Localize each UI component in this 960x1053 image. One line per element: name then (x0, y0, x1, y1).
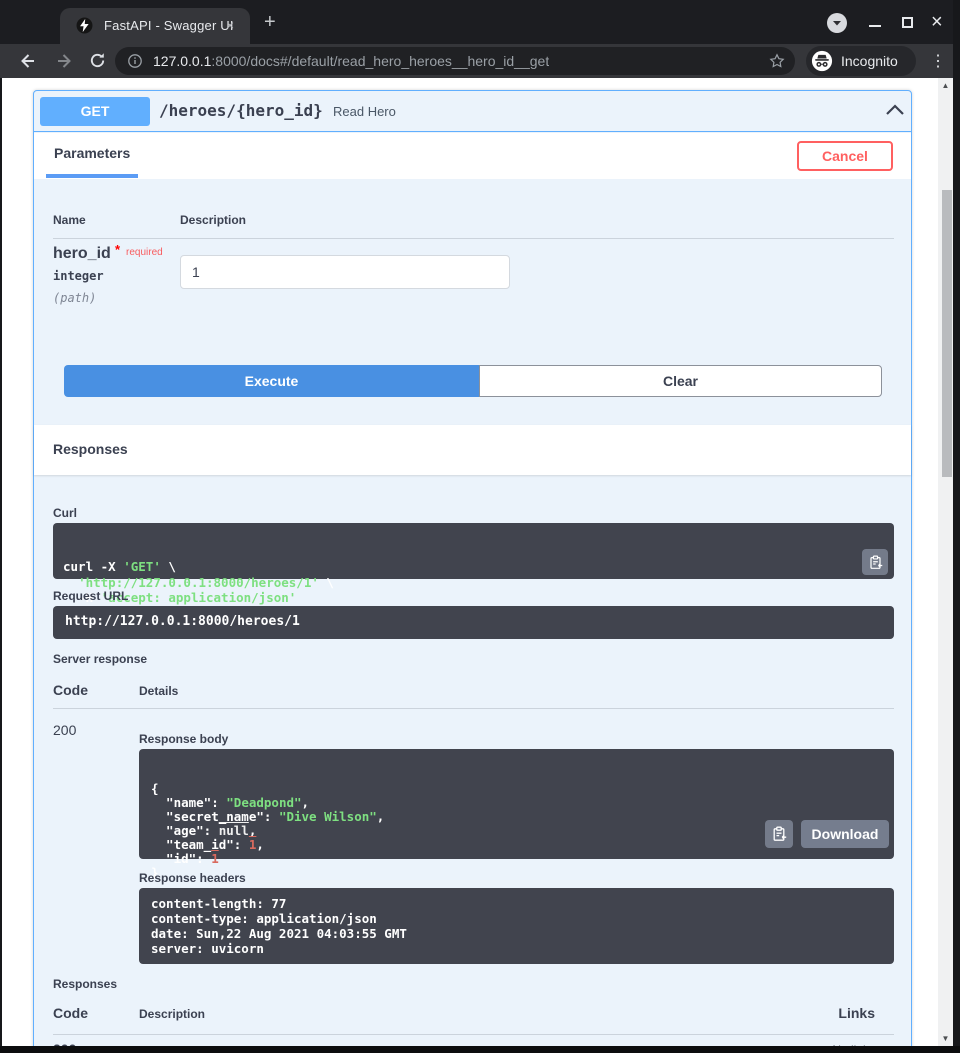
minimize-icon (869, 25, 881, 27)
fastapi-favicon-icon (76, 17, 93, 34)
scroll-up-icon[interactable]: ▲ (938, 81, 953, 90)
chevron-up-icon[interactable] (884, 102, 906, 118)
hero-id-input[interactable] (180, 255, 510, 289)
scrollbar-thumb[interactable] (942, 190, 952, 477)
status-code: 200 (53, 722, 76, 738)
responses-section-header: Responses (34, 425, 911, 475)
bookmark-star-icon[interactable] (769, 53, 785, 69)
doc-code-header: Code (53, 1005, 88, 1021)
details-column-header: Details (139, 684, 178, 698)
incognito-icon (811, 50, 833, 72)
clear-button[interactable]: Clear (479, 365, 882, 397)
response-body-label: Response body (139, 732, 228, 746)
incognito-label: Incognito (841, 53, 898, 69)
responses-section: Curl curl -X 'GET' \ 'http://127.0.0.1:8… (34, 475, 911, 1046)
opblock-get: GET /heroes/{hero_id} Read Hero Paramete… (33, 90, 912, 1046)
url-host: 127.0.0.1 (153, 53, 211, 69)
method-badge: GET (40, 97, 150, 126)
code-column-header: Code (53, 682, 88, 698)
divider (53, 708, 894, 709)
swagger-page: GET /heroes/{hero_id} Read Hero Paramete… (2, 78, 938, 1046)
reload-icon[interactable] (88, 51, 108, 71)
forward-icon[interactable] (55, 51, 75, 71)
opblock-header[interactable]: GET /heroes/{hero_id} Read Hero (34, 91, 911, 132)
curl-label: Curl (53, 506, 77, 520)
curl-command: curl -X 'GET' \ 'http://127.0.0.1:8000/h… (63, 559, 884, 606)
execute-button[interactable]: Execute (64, 365, 479, 397)
response-body-block: { "name": "Deadpond", "secret_name": "Di… (139, 749, 894, 859)
doc-description-header: Description (139, 1007, 205, 1021)
copy-curl-button[interactable] (862, 549, 888, 575)
response-headers-label: Response headers (139, 871, 246, 885)
browser-window: FastAPI - Swagger UI × + × 127.0.0.1:800… (0, 0, 960, 1053)
new-tab-button[interactable]: + (264, 10, 276, 34)
tab-close-icon[interactable]: × (226, 17, 234, 33)
window-frame (0, 1046, 960, 1053)
divider (53, 1034, 894, 1035)
window-frame (0, 78, 2, 1046)
endpoint-path: /heroes/{hero_id} (159, 101, 323, 120)
incognito-badge: Incognito (806, 46, 916, 76)
back-icon[interactable] (17, 51, 37, 71)
required-label: required (126, 247, 163, 258)
browser-update-icon[interactable] (827, 13, 847, 33)
maximize-button[interactable] (902, 17, 915, 30)
address-bar[interactable]: 127.0.0.1:8000/docs#/default/read_hero_h… (115, 47, 795, 75)
url-path: :8000/docs#/default/read_hero_heroes__he… (211, 53, 549, 69)
request-url-label: Request URL (53, 589, 128, 603)
server-response-label: Server response (53, 652, 147, 666)
download-button[interactable]: Download (801, 820, 889, 848)
browser-tab[interactable]: FastAPI - Swagger UI × (60, 8, 250, 44)
tab-parameters[interactable]: Parameters (54, 145, 130, 161)
maximize-icon (902, 17, 913, 28)
parameters-tab-row: Parameters Cancel (34, 133, 911, 179)
window-frame (953, 0, 960, 1053)
scroll-down-icon[interactable]: ▼ (938, 1034, 953, 1043)
param-name: hero_id (53, 245, 111, 263)
doc-links-header: Links (691, 1005, 875, 1021)
request-url-value: http://127.0.0.1:8000/heroes/1 (53, 606, 894, 639)
required-star: * (115, 242, 120, 257)
column-header-name: Name (53, 213, 86, 227)
scrollbar[interactable]: ▲ ▼ (938, 78, 953, 1046)
url-text: 127.0.0.1:8000/docs#/default/read_hero_h… (153, 53, 549, 69)
responses-doc-title: Responses (53, 977, 117, 991)
browser-menu-icon[interactable]: ⋮ (930, 51, 946, 71)
column-header-description: Description (180, 213, 246, 227)
browser-titlebar: FastAPI - Swagger UI × + × (0, 0, 960, 44)
response-headers-block: content-length: 77content-type: applicat… (139, 888, 894, 964)
copy-response-button[interactable] (765, 820, 793, 848)
endpoint-summary: Read Hero (333, 104, 396, 119)
tab-title: FastAPI - Swagger UI (104, 18, 234, 33)
browser-toolbar: 127.0.0.1:8000/docs#/default/read_hero_h… (0, 44, 960, 78)
param-type: integer (53, 269, 104, 283)
active-tab-underline (46, 174, 138, 178)
curl-command-block: curl -X 'GET' \ 'http://127.0.0.1:8000/h… (53, 523, 894, 579)
window-close-button[interactable]: × (931, 11, 943, 33)
site-info-icon[interactable] (128, 54, 142, 68)
cancel-button[interactable]: Cancel (797, 141, 893, 171)
param-location: (path) (53, 291, 96, 305)
responses-title: Responses (53, 441, 128, 457)
divider (53, 238, 894, 239)
minimize-button[interactable] (869, 12, 883, 30)
parameters-section: Name Description hero_id * required inte… (34, 179, 911, 425)
